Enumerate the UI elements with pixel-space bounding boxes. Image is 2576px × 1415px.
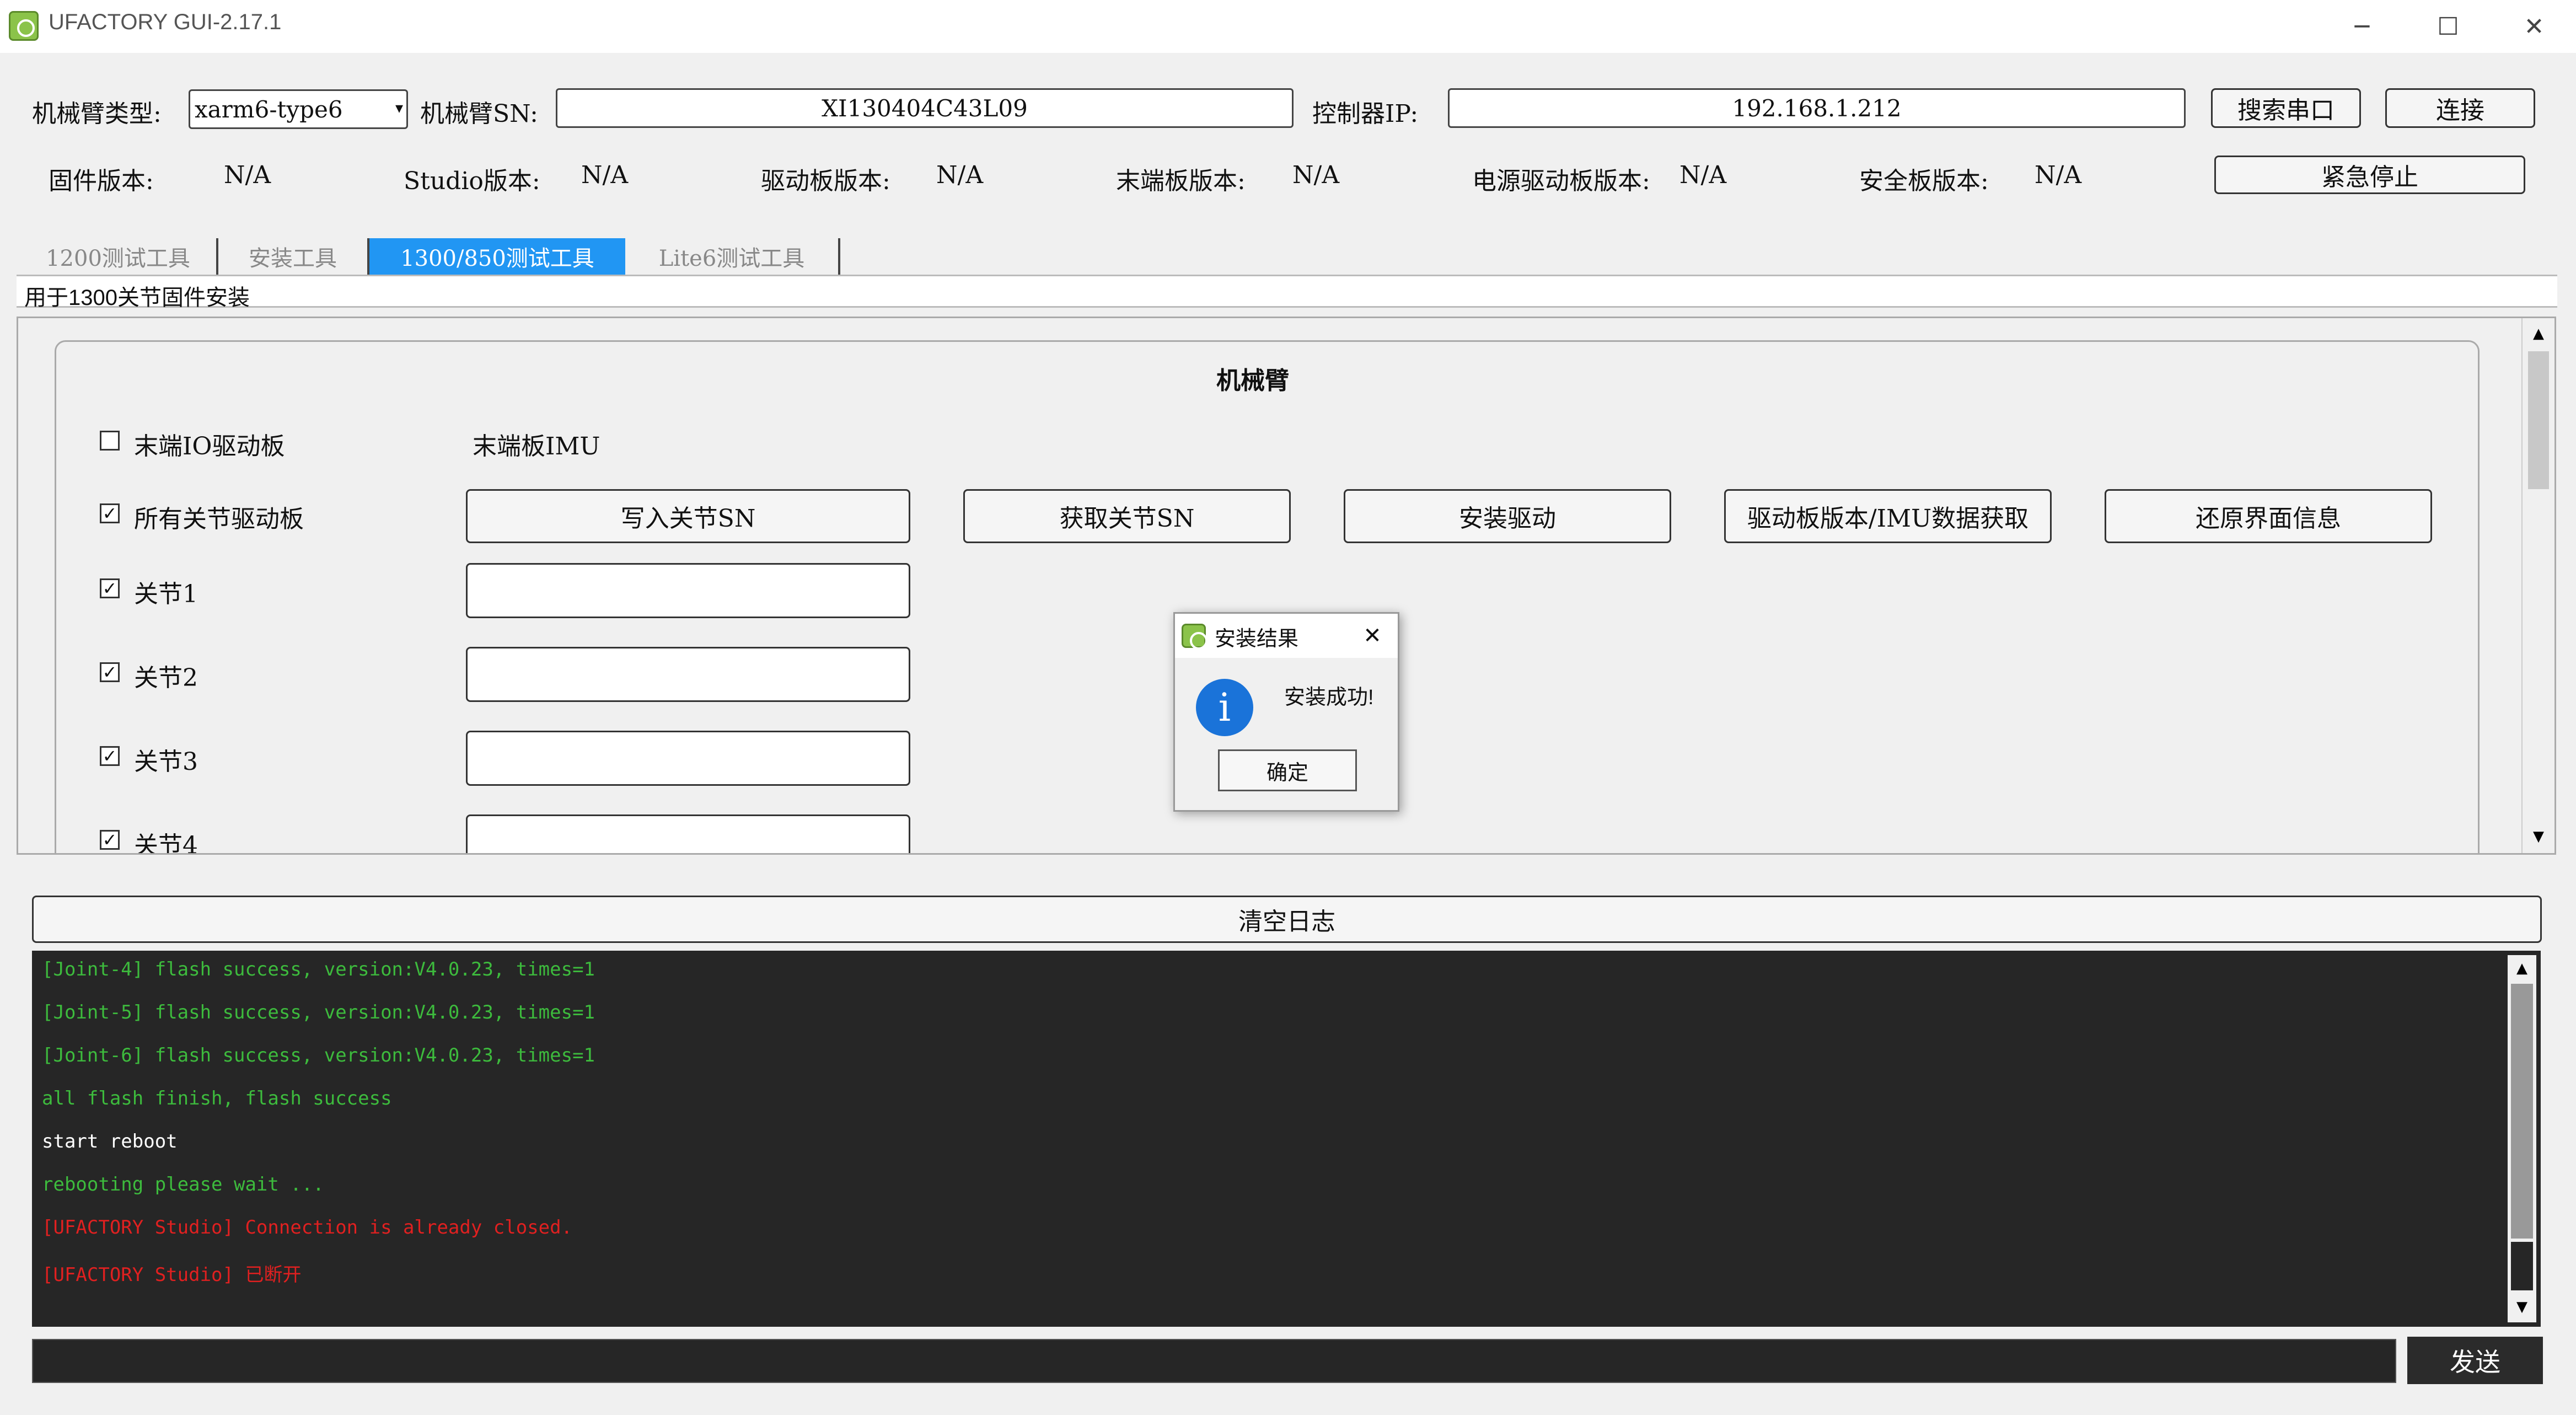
log-line: rebooting please wait ... — [42, 1173, 324, 1196]
connect-button[interactable]: 连接 — [2385, 88, 2535, 128]
command-input[interactable] — [32, 1339, 2396, 1383]
tab-description: 用于1300关节固件安装 — [24, 286, 250, 310]
send-button[interactable]: 发送 — [2407, 1337, 2543, 1384]
joint2-label: 关节2 — [134, 664, 198, 692]
chevron-down-icon[interactable]: ▾ — [395, 99, 403, 117]
arm-type-select[interactable]: xarm6-type6 ▾ — [189, 89, 408, 129]
end-version-value: N/A — [1292, 161, 1340, 189]
close-window-button[interactable]: ✕ — [2491, 0, 2576, 53]
dialog-ok-button[interactable]: 确定 — [1218, 749, 1357, 791]
clear-log-button[interactable]: 清空日志 — [32, 896, 2542, 943]
dialog-message: 安装成功! — [1284, 686, 1374, 709]
joint4-sn-input[interactable] — [466, 814, 910, 853]
app-logo-icon — [9, 11, 39, 41]
log-line: [UFACTORY Studio] 已断开 — [42, 1264, 302, 1286]
search-port-button[interactable]: 搜索串口 — [2211, 88, 2361, 128]
log-line: [Joint-6] flash success, version:V4.0.23… — [42, 1044, 595, 1066]
panel-scroll-thumb[interactable] — [2528, 351, 2549, 489]
driver-version-value: N/A — [936, 161, 984, 189]
arm-sn-field[interactable]: XI130404C43L09 — [556, 88, 1294, 128]
all-joints-label: 所有关节驱动板 — [134, 505, 304, 533]
maximize-button[interactable]: ☐ — [2405, 0, 2491, 53]
dialog-close-icon[interactable]: ✕ — [1355, 618, 1390, 653]
driver-version-label: 驱动板版本: — [761, 167, 890, 195]
install-driver-button[interactable]: 安装驱动 — [1344, 489, 1671, 543]
arm-type-value: xarm6-type6 — [195, 95, 343, 123]
log-line: [Joint-5] flash success, version:V4.0.23… — [42, 1001, 595, 1023]
scroll-up-icon[interactable]: ▲ — [2523, 318, 2554, 349]
arm-sn-label: 机械臂SN: — [420, 100, 538, 128]
end-imu-label: 末端板IMU — [473, 432, 600, 460]
joint3-checkbox[interactable]: ✓ — [100, 746, 120, 766]
controller-ip-label: 控制器IP: — [1312, 100, 1419, 128]
joint1-label: 关节1 — [134, 580, 198, 608]
write-joint-sn-button[interactable]: 写入关节SN — [466, 489, 910, 543]
log-scroll-thumb[interactable] — [2511, 1242, 2533, 1290]
log-line: [UFACTORY Studio] Connection is already … — [42, 1216, 573, 1239]
minimize-button[interactable]: ─ — [2319, 0, 2405, 53]
joint2-checkbox[interactable]: ✓ — [100, 662, 120, 682]
install-result-dialog: 安装结果 ✕ i 安装成功! 确定 — [1173, 612, 1399, 812]
firmware-version-label: 固件版本: — [49, 167, 154, 195]
safety-version-value: N/A — [2035, 161, 2082, 189]
dialog-app-icon — [1182, 624, 1208, 650]
log-line: [Joint-4] flash success, version:V4.0.23… — [42, 958, 595, 980]
info-icon: i — [1196, 679, 1253, 736]
tab-1300-850-test[interactable]: 1300/850测试工具 — [369, 238, 625, 275]
tab-1200-test[interactable]: 1200测试工具 — [20, 238, 218, 275]
title-bar: UFACTORY GUI-2.17.1 ─ ☐ ✕ — [0, 0, 2576, 53]
log-scrollbar[interactable]: ▲ ▼ — [2508, 955, 2536, 1322]
power-version-value: N/A — [1679, 161, 1727, 189]
end-io-label: 末端IO驱动板 — [134, 432, 285, 460]
end-io-checkbox[interactable] — [100, 431, 120, 451]
controller-ip-field[interactable]: 192.168.1.212 — [1448, 88, 2186, 128]
end-version-label: 末端板版本: — [1116, 167, 1246, 195]
joint4-label: 关节4 — [134, 832, 198, 855]
dialog-title: 安装结果 — [1215, 628, 1299, 651]
firmware-version-value: N/A — [224, 161, 271, 189]
driver-version-imu-button[interactable]: 驱动板版本/IMU数据获取 — [1724, 489, 2052, 543]
scroll-down-icon[interactable]: ▼ — [2508, 1294, 2536, 1320]
safety-version-label: 安全板版本: — [1859, 167, 1989, 195]
group-title: 机械臂 — [1216, 367, 1289, 395]
dialog-title-bar: 安装结果 ✕ — [1175, 614, 1398, 658]
log-scroll-track[interactable] — [2511, 984, 2533, 1239]
joint1-sn-input[interactable] — [466, 563, 910, 618]
tab-lite6-test[interactable]: Lite6测试工具 — [625, 238, 840, 275]
scroll-down-icon[interactable]: ▼ — [2523, 821, 2554, 852]
get-joint-sn-button[interactable]: 获取关节SN — [963, 489, 1291, 543]
power-version-label: 电源驱动板版本: — [1472, 167, 1650, 195]
log-line: start reboot — [42, 1130, 178, 1153]
log-line: all flash finish, flash success — [42, 1087, 392, 1110]
log-console: [Joint-4] flash success, version:V4.0.23… — [32, 951, 2541, 1327]
joint1-checkbox[interactable]: ✓ — [100, 578, 120, 598]
window-title: UFACTORY GUI-2.17.1 — [49, 10, 282, 34]
scroll-up-icon[interactable]: ▲ — [2508, 955, 2536, 982]
all-joints-checkbox[interactable]: ✓ — [100, 503, 120, 523]
tab-install-tools[interactable]: 安装工具 — [218, 238, 369, 275]
joint3-sn-input[interactable] — [466, 731, 910, 786]
joint2-sn-input[interactable] — [466, 647, 910, 702]
tab-description-bar: 用于1300关节固件安装 — [17, 275, 2557, 310]
joint3-label: 关节3 — [134, 748, 198, 776]
studio-version-label: Studio版本: — [404, 167, 540, 195]
joint4-checkbox[interactable]: ✓ — [100, 830, 120, 850]
emergency-stop-button[interactable]: 紧急停止 — [2214, 156, 2525, 194]
studio-version-value: N/A — [581, 161, 629, 189]
panel-scrollbar[interactable]: ▲ ▼ — [2521, 318, 2554, 853]
restore-ui-button[interactable]: 还原界面信息 — [2105, 489, 2432, 543]
arm-type-label: 机械臂类型: — [32, 100, 162, 128]
